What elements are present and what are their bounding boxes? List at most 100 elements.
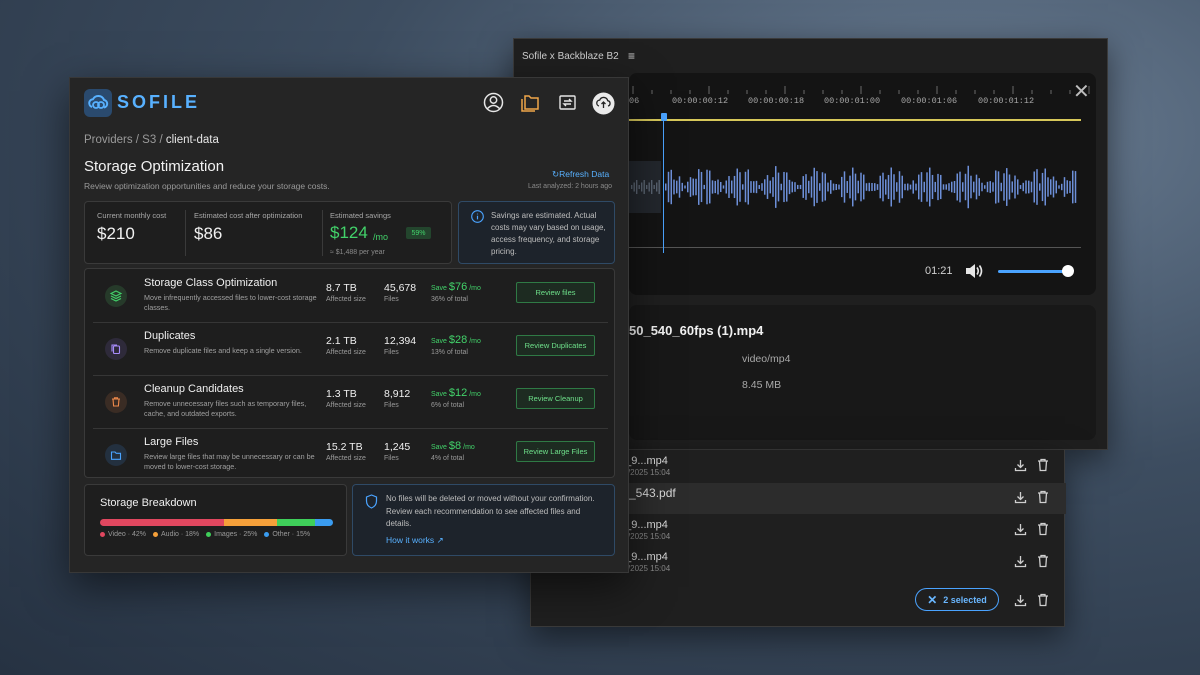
recommendation-row: Cleanup Candidates Remove unnecessary fil…	[93, 377, 608, 429]
close-icon[interactable]: ✕	[1073, 79, 1090, 104]
timeline-label: 00:00:01:00	[824, 96, 881, 106]
file-count-label: Files	[384, 455, 399, 462]
timeline-baseline	[629, 247, 1081, 248]
divider	[185, 210, 186, 256]
download-icon[interactable]	[1014, 491, 1027, 504]
waveform[interactable]	[629, 165, 1081, 209]
recommendation-percent: 6% of total	[431, 402, 465, 409]
download-icon[interactable]	[1014, 555, 1027, 568]
breakdown-segment	[223, 519, 277, 526]
breadcrumb: Providers / S3 / client-data	[84, 134, 219, 146]
how-it-works-link[interactable]: How it works ↗	[386, 535, 444, 546]
breakdown-legend-item: Audio · 18%	[153, 531, 199, 538]
file-count: 1,245	[384, 441, 411, 453]
breakdown-legend-item: Other · 15%	[264, 531, 310, 538]
breakdown-legend-item: Images · 25%	[206, 531, 257, 538]
file-count: 45,678	[384, 282, 417, 294]
recommendation-title: Duplicates	[144, 330, 196, 342]
download-icon[interactable]	[1014, 459, 1027, 472]
recommendation-row: Storage Class Optimization Move infrequen…	[93, 271, 608, 323]
folder-icon	[105, 444, 127, 466]
volume-slider[interactable]	[998, 270, 1070, 273]
audio-player: 06 00:00:00:12 00:00:00:18 00:00:01:00 00:00…	[629, 73, 1096, 295]
timeline-ticks	[632, 86, 1090, 94]
recommendations-list: Storage Class Optimization Move infrequen…	[84, 268, 615, 478]
review-button[interactable]: Review Large Files	[516, 441, 595, 462]
trash-icon[interactable]	[1037, 490, 1049, 504]
recommendation-percent: 36% of total	[431, 296, 468, 303]
recommendation-savings: Save $8 /mo	[431, 440, 475, 452]
recommendation-description: Remove duplicate files and keep a single…	[144, 346, 302, 355]
after-cost-value: $86	[194, 224, 223, 243]
volume-icon[interactable]	[965, 263, 983, 279]
breadcrumb-current: client-data	[165, 134, 219, 146]
breakdown-title: Storage Breakdown	[100, 497, 197, 509]
estimate-note: Savings are estimated. Actual costs may …	[491, 211, 606, 256]
folders-icon[interactable]	[520, 92, 541, 113]
recommendation-savings: Save $12 /mo	[431, 387, 481, 399]
clear-selection-button[interactable]: ✕ 2 selected	[915, 588, 999, 611]
trash-icon[interactable]	[1037, 593, 1049, 607]
file-type: video/mp4	[742, 353, 791, 365]
review-button[interactable]: Review files	[516, 282, 595, 303]
recommendation-row: Large Files Review large files that may b…	[93, 430, 608, 482]
playhead[interactable]	[663, 113, 664, 253]
file-count-label: Files	[384, 349, 399, 356]
volume-slider-handle[interactable]	[1062, 265, 1074, 277]
affected-size-label: Affected size	[326, 349, 366, 356]
shield-icon	[365, 494, 378, 509]
savings-suffix: /mo	[373, 232, 389, 242]
recommendation-description: Move infrequently accessed files to lowe…	[144, 293, 317, 312]
trash-icon[interactable]	[1037, 522, 1049, 536]
recommendation-savings: Save $76 /mo	[431, 281, 481, 293]
breadcrumb-s3[interactable]: S3	[142, 134, 156, 146]
review-button[interactable]: Review Cleanup	[516, 388, 595, 409]
download-icon[interactable]	[1014, 594, 1027, 607]
page-subtitle: Review optimization opportunities and re…	[84, 181, 330, 191]
affected-size-label: Affected size	[326, 455, 366, 462]
file-count: 8,912	[384, 388, 411, 400]
window-title: Sofile x Backblaze B2	[522, 51, 619, 62]
breakdown-segment	[100, 519, 224, 526]
logo-icon	[84, 89, 112, 117]
safety-note: No files will be deleted or moved withou…	[386, 494, 595, 528]
recommendation-percent: 13% of total	[431, 349, 468, 356]
recommendation-row: Duplicates Remove duplicate files and kee…	[93, 324, 608, 376]
breadcrumb-providers[interactable]: Providers	[84, 134, 133, 146]
sync-icon[interactable]	[557, 92, 578, 113]
layers-icon	[105, 285, 127, 307]
recommendation-title: Large Files	[144, 436, 199, 448]
upload-icon[interactable]	[592, 92, 615, 115]
affected-size-label: Affected size	[326, 296, 366, 303]
estimate-note-card: Savings are estimated. Actual costs may …	[458, 201, 615, 264]
storage-breakdown-card: Storage Breakdown Video · 42% Audio · 18%…	[84, 484, 347, 556]
storage-optimization-window: SOFILE Providers / S3 / client-data Stor…	[69, 77, 629, 573]
hamburger-icon[interactable]: ≡	[628, 49, 635, 63]
cost-summary-card: Current monthly cost $210 Estimated cost…	[84, 201, 452, 264]
selected-count: 2 selected	[943, 594, 987, 605]
affected-size: 2.1 TB	[326, 335, 357, 347]
recommendation-savings: Save $28 /mo	[431, 334, 481, 346]
selection-range-line	[629, 119, 1081, 121]
logo-wordmark: SOFILE	[117, 92, 201, 112]
account-icon[interactable]	[483, 92, 504, 113]
refresh-data-link[interactable]: ↻Refresh Data	[552, 169, 609, 180]
savings-label: Estimated savings	[330, 211, 391, 220]
file-details-card: 50_540_60fps (1).mp4 video/mp4 8.45 MB	[629, 305, 1096, 440]
file-count: 12,394	[384, 335, 417, 347]
current-cost-value: $210	[97, 224, 135, 243]
copy-icon	[105, 338, 127, 360]
affected-size: 15.2 TB	[326, 441, 363, 453]
playhead-handle[interactable]	[661, 113, 667, 121]
savings-per-year: ≈ $1,488 per year	[330, 249, 385, 256]
affected-size-label: Affected size	[326, 402, 366, 409]
recommendation-percent: 4% of total	[431, 455, 465, 462]
download-icon[interactable]	[1014, 523, 1027, 536]
breakdown-legend-item: Video · 42%	[100, 531, 146, 538]
breakdown-segment	[276, 519, 316, 526]
breakdown-bar	[100, 519, 333, 526]
trash-icon[interactable]	[1037, 554, 1049, 568]
trash-icon[interactable]	[1037, 458, 1049, 472]
review-button[interactable]: Review Duplicates	[516, 335, 595, 356]
timeline-label: 06	[629, 96, 640, 106]
